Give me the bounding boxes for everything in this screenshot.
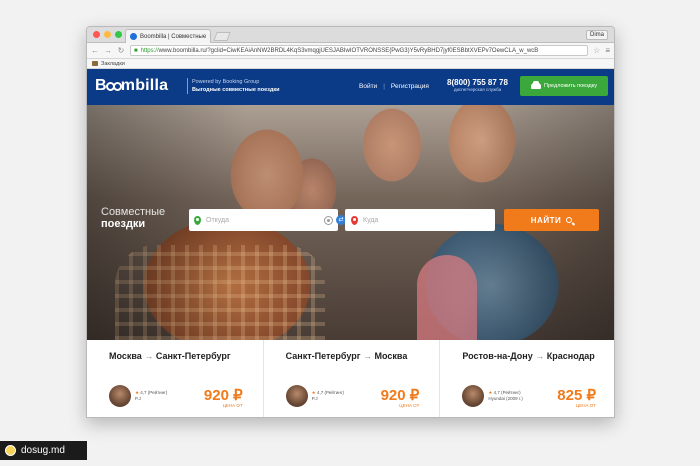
browser-tab-bar: Boombilla | Совместные × Dima: [87, 27, 614, 43]
bookmarks-label[interactable]: Закладки: [101, 61, 125, 67]
hero-banner: Совместные поездки Откуда ⇄ Куда НАЙТИ: [87, 105, 614, 340]
price-amount: 825 ₽: [557, 387, 597, 404]
route-price: 920 ₽ цена от: [204, 388, 243, 408]
watermark-logo-icon: [5, 445, 16, 456]
popular-routes: Москва → Санкт-Петербург 4,7 (Рейтинг) P…: [87, 340, 614, 417]
nav-separator: |: [383, 83, 385, 90]
address-bar[interactable]: ■ https://www.boombilla.ru/?gclid=CiwKEA…: [130, 45, 589, 56]
to-pin-icon: [351, 215, 358, 225]
folder-icon: [92, 61, 98, 66]
route-origin: Санкт-Петербург: [285, 351, 361, 361]
back-arrow-icon[interactable]: ←: [91, 46, 99, 56]
route-card[interactable]: Санкт-Петербург → Москва 4,7 (Рейтинг) P…: [264, 340, 441, 417]
route-title: Ростов-на-Дону → Краснодар: [462, 350, 610, 374]
close-window-button[interactable]: [93, 31, 100, 38]
close-tab-icon[interactable]: ×: [209, 33, 210, 40]
driver-info: 4,7 (Рейтинг) Hyundai (2009 г.): [462, 385, 523, 407]
route-price: 825 ₽ цена от: [557, 388, 596, 408]
tagline: Powered by Booking Group Выгодные совмес…: [187, 78, 280, 94]
search-button[interactable]: НАЙТИ: [504, 209, 599, 231]
minimize-window-button[interactable]: [104, 31, 111, 38]
browser-toolbar: ← → ↻ ■ https://www.boombilla.ru/?gclid=…: [87, 43, 614, 59]
lock-icon: ■: [134, 47, 138, 54]
car-icon: [531, 81, 542, 89]
browser-tab[interactable]: Boombilla | Совместные ×: [125, 29, 211, 43]
driver-meta: 4,7 (Рейтинг) P.J: [312, 390, 344, 402]
route-destination: Санкт-Петербург: [155, 351, 231, 361]
powered-by-text: Powered by Booking Group: [192, 79, 260, 85]
route-title: Санкт-Петербург → Москва: [286, 350, 434, 374]
hero-title: Совместные поездки: [101, 206, 165, 230]
driver-avatar: [462, 385, 485, 407]
hero-title-line1: Совместные: [101, 206, 166, 218]
reload-icon[interactable]: ↻: [117, 46, 125, 56]
phone-block: 8(800) 755 87 78 диспетчерская служба: [447, 78, 508, 92]
maximize-window-button[interactable]: [115, 31, 122, 38]
route-origin: Ростов-на-Дону: [462, 351, 533, 361]
route-arrow-icon: →: [535, 351, 545, 361]
url-scheme: https://: [140, 47, 159, 54]
search-icon: [566, 217, 573, 223]
menu-icon[interactable]: ≡: [605, 46, 610, 55]
phone-caption: диспетчерская служба: [453, 87, 502, 92]
price-amount: 920 ₽: [203, 387, 243, 404]
from-pin-icon: [194, 215, 201, 225]
price-amount: 920 ₽: [380, 387, 420, 404]
from-field[interactable]: Откуда: [189, 209, 338, 231]
driver-car: Hyundai (2009 г.): [488, 396, 523, 401]
url-text: https://www.boombilla.ru/?gclid=CiwKEAiA…: [141, 48, 539, 54]
from-placeholder: Откуда: [206, 216, 230, 224]
hero-title-line2: поездки: [101, 218, 146, 230]
locate-icon[interactable]: [324, 215, 333, 225]
site-favicon-icon: [130, 33, 137, 40]
url-rest: www.boombilla.ru/?gclid=CiwKEAiAnNW2BRDL…: [158, 47, 539, 54]
driver-meta: 4,7 (Рейтинг) Hyundai (2009 г.): [488, 390, 522, 402]
register-link[interactable]: Регистрация: [391, 83, 429, 90]
offer-ride-button[interactable]: Предложить поездку: [520, 76, 608, 96]
driver-car: P.J: [311, 396, 318, 401]
window-controls: [93, 31, 122, 38]
slogan-text: Выгодные совместные поездки: [192, 87, 280, 93]
offer-ride-label: Предложить поездку: [544, 83, 597, 89]
header-nav: Войти | Регистрация: [359, 83, 429, 90]
login-link[interactable]: Войти: [359, 83, 377, 90]
browser-window: Boombilla | Совместные × Dima ← → ↻ ■ ht…: [86, 26, 615, 418]
site-header: Bmbilla Powered by Booking Group Выгодны…: [87, 69, 614, 105]
new-tab-button[interactable]: [213, 32, 231, 41]
driver-info: 4,7 (Рейтинг) P.J: [285, 385, 344, 407]
watermark-badge: dosug.md: [0, 441, 87, 460]
watermark-text: dosug.md: [21, 445, 65, 456]
profile-button[interactable]: Dima: [585, 30, 608, 40]
tab-title: Boombilla | Совместные: [140, 33, 207, 40]
search-button-label: НАЙТИ: [530, 215, 562, 225]
screenshot-stage: Boombilla | Совместные × Dima ← → ↻ ■ ht…: [0, 0, 700, 466]
route-title: Москва → Санкт-Петербург: [109, 350, 257, 374]
driver-meta: 4,7 (Рейтинг) P.J: [135, 390, 167, 402]
forward-arrow-icon[interactable]: →: [104, 46, 112, 56]
route-destination: Краснодар: [546, 351, 595, 361]
route-price: 920 ₽ цена от: [381, 388, 420, 408]
logo-text-end: mbilla: [120, 77, 169, 94]
to-field[interactable]: Куда: [345, 209, 495, 231]
route-arrow-icon: →: [144, 351, 154, 361]
to-placeholder: Куда: [363, 216, 379, 224]
route-card[interactable]: Москва → Санкт-Петербург 4,7 (Рейтинг) P…: [87, 340, 264, 417]
driver-info: 4,7 (Рейтинг) P.J: [109, 385, 167, 407]
driver-avatar: [109, 385, 131, 407]
route-destination: Москва: [374, 351, 408, 361]
phone-number[interactable]: 8(800) 755 87 78: [447, 78, 508, 87]
route-origin: Москва: [109, 351, 142, 361]
route-card[interactable]: Ростов-на-Дону → Краснодар 4,7 (Рейтинг)…: [440, 340, 614, 417]
driver-avatar: [285, 385, 308, 407]
bookmark-star-icon[interactable]: ☆: [593, 46, 600, 55]
route-arrow-icon: →: [363, 351, 372, 361]
boombilla-logo[interactable]: Bmbilla: [95, 77, 168, 95]
driver-car: P.J: [135, 396, 141, 401]
bookmarks-bar: Закладки: [87, 59, 614, 69]
